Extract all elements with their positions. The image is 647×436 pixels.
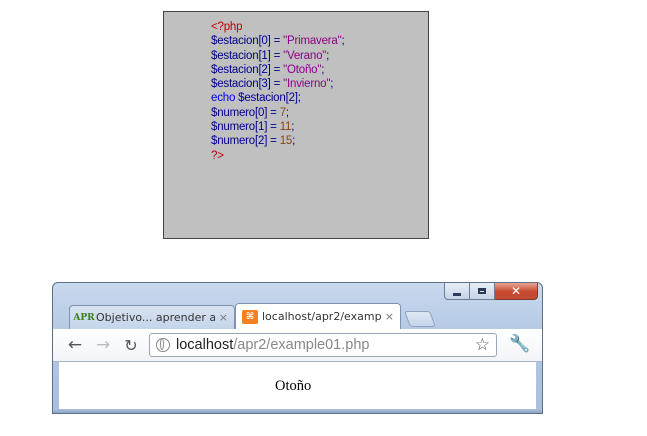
- forward-arrow-icon: →: [95, 335, 111, 355]
- code-token: $estacion: [211, 35, 259, 48]
- code-line: echo $estacion[2];: [211, 91, 345, 105]
- code-token: $estacion: [211, 63, 259, 76]
- minimize-button[interactable]: [444, 283, 470, 300]
- code-token: $estacion: [238, 92, 286, 105]
- xampp-favicon-icon: ⌘: [242, 309, 258, 324]
- code-token: ;: [285, 106, 289, 119]
- code-token: ;: [341, 35, 345, 48]
- toolbar: ← → ↻ localhost/apr2/example01.php ☆ 🔧: [53, 329, 542, 362]
- code-line: $numero[0] = 7;: [211, 106, 345, 120]
- tab-close-icon[interactable]: ×: [219, 311, 228, 324]
- maximize-icon: [478, 288, 486, 294]
- code-token: $estacion: [211, 78, 259, 91]
- code-token: echo: [211, 92, 239, 105]
- wrench-icon: 🔧: [509, 334, 531, 354]
- code-token: ;: [321, 63, 325, 76]
- tab-close-icon[interactable]: ×: [385, 310, 394, 323]
- tab-strip: APR Objetivo... aprender a × ⌘ localhost…: [65, 302, 535, 329]
- code-token: $numero: [211, 135, 255, 148]
- code-line: $numero[2] = 15;: [211, 134, 345, 148]
- code-token: ?>: [211, 149, 224, 162]
- code-panel: <?php $estacion[0] = "Primavera"; $estacio…: [163, 11, 429, 239]
- code-line: $estacion[3] = "Invierno";: [211, 77, 345, 91]
- php-code: <?php $estacion[0] = "Primavera"; $estacio…: [211, 20, 345, 163]
- address-bar[interactable]: localhost/apr2/example01.php ☆: [149, 333, 497, 357]
- window-controls: ✕: [444, 283, 538, 301]
- globe-icon: [156, 338, 170, 352]
- reload-button[interactable]: ↻: [121, 335, 141, 355]
- code-token: [1] =: [255, 121, 280, 134]
- code-token: <?php: [211, 21, 243, 33]
- tab-objetivo[interactable]: APR Objetivo... aprender a ×: [69, 305, 235, 329]
- close-window-button[interactable]: ✕: [495, 283, 538, 300]
- url-path: /apr2/example01.php: [233, 337, 370, 353]
- code-token: "Invierno": [283, 78, 331, 91]
- bookmark-star-icon[interactable]: ☆: [475, 335, 490, 355]
- back-button[interactable]: ←: [65, 335, 85, 355]
- code-line: $estacion[2] = "Otoño";: [211, 63, 345, 77]
- code-token: [2] =: [258, 63, 284, 76]
- tab-title: Objetivo... aprender a: [96, 311, 215, 324]
- wrench-menu-button[interactable]: 🔧: [509, 334, 530, 354]
- url-host: localhost: [176, 337, 234, 353]
- code-token: $numero: [211, 121, 255, 134]
- browser-window: ✕ APR Objetivo... aprender a × ⌘ localho…: [52, 282, 543, 414]
- page-output-text: Otoño: [275, 378, 312, 394]
- code-line: $estacion[0] = "Primavera";: [211, 34, 345, 48]
- code-line: $numero[1] = 11;: [211, 120, 345, 134]
- back-arrow-icon: ←: [67, 335, 83, 355]
- url-text[interactable]: localhost/apr2/example01.php: [176, 337, 369, 353]
- maximize-button[interactable]: [470, 283, 495, 300]
- code-token: [2] =: [255, 135, 280, 148]
- code-token: ;: [330, 78, 334, 91]
- page-content: Otoño: [59, 362, 536, 411]
- code-token: [0] =: [255, 106, 280, 119]
- code-token: ;: [326, 49, 330, 62]
- code-token: $numero: [211, 106, 255, 119]
- code-token: 11: [279, 121, 292, 134]
- forward-button[interactable]: →: [93, 335, 113, 355]
- code-token: ;: [292, 135, 296, 148]
- minimize-icon: [453, 292, 461, 296]
- code-token: [0] =: [258, 35, 284, 48]
- code-line: $estacion[1] = "Verano";: [211, 49, 345, 63]
- close-icon: ✕: [510, 284, 522, 298]
- code-token: "Primavera": [283, 35, 342, 48]
- code-token: "Verano": [283, 49, 327, 62]
- code-line: ?>: [211, 149, 345, 163]
- code-line: <?php: [211, 20, 345, 34]
- window-bottom-border: [53, 409, 542, 413]
- code-token: $estacion: [211, 49, 259, 62]
- apr-favicon-icon: APR: [73, 312, 95, 323]
- code-token: 15: [279, 135, 293, 148]
- reload-icon: ↻: [124, 335, 138, 355]
- tab-localhost[interactable]: ⌘ localhost/apr2/examp ×: [235, 303, 401, 329]
- code-token: [2];: [285, 92, 301, 105]
- code-token: [1] =: [258, 49, 284, 62]
- code-token: "Otoño": [283, 63, 322, 76]
- new-tab-button[interactable]: [404, 311, 436, 327]
- code-token: [3] =: [258, 78, 284, 91]
- tab-title: localhost/apr2/examp: [262, 310, 381, 323]
- code-token: ;: [291, 121, 295, 134]
